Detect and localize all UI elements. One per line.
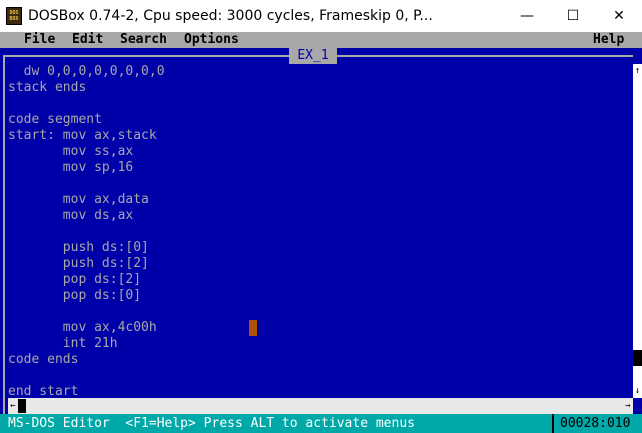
- app-icon-text-bottom: BOX: [9, 16, 19, 22]
- status-message: MS-DOS Editor <F1=Help> Press ALT to act…: [8, 416, 415, 431]
- code-line: mov ds,ax: [8, 208, 134, 223]
- cursor-position: 00028:010: [560, 416, 631, 431]
- dosbox-app-icon: DOS BOX: [6, 7, 22, 25]
- code-line: start: mov ax,stack: [8, 128, 157, 143]
- horizontal-scroll-thumb[interactable]: [18, 399, 26, 413]
- close-button[interactable]: ✕: [596, 0, 642, 32]
- file-title: EX_1: [289, 48, 337, 64]
- window-controls: — ☐ ✕: [504, 0, 642, 32]
- code-line: mov sp,16: [8, 160, 134, 175]
- horizontal-scrollbar[interactable]: ← →: [8, 398, 633, 414]
- window-title-bar[interactable]: DOS BOX DOSBox 0.74-2, Cpu speed: 3000 c…: [0, 0, 642, 32]
- menu-bar: File Edit Search Options Help: [0, 32, 642, 48]
- menu-options[interactable]: Options: [184, 32, 239, 48]
- scroll-up-arrow-icon[interactable]: ↑: [633, 64, 642, 78]
- vertical-scroll-thumb[interactable]: [633, 350, 642, 366]
- code-line: pop ds:[2]: [8, 272, 142, 287]
- menu-edit[interactable]: Edit: [72, 32, 103, 48]
- code-line: int 21h: [8, 336, 118, 351]
- scroll-right-arrow-icon[interactable]: →: [623, 398, 633, 414]
- code-line: mov ax,4c00h: [8, 320, 157, 335]
- menu-help[interactable]: Help: [593, 32, 624, 48]
- scroll-down-arrow-icon[interactable]: ↓: [633, 384, 642, 398]
- code-line: code ends: [8, 352, 79, 367]
- code-editor-text[interactable]: dw 0,0,0,0,0,0,0,0 stack ends code segment…: [8, 64, 628, 400]
- status-divider: [552, 414, 554, 433]
- code-line: pop ds:[0]: [8, 288, 142, 303]
- status-bar: MS-DOS Editor <F1=Help> Press ALT to act…: [0, 414, 642, 433]
- code-line: code segment: [8, 112, 102, 127]
- menu-search[interactable]: Search: [120, 32, 167, 48]
- code-line: mov ss,ax: [8, 144, 134, 159]
- code-line: mov ax,data: [8, 192, 149, 207]
- code-line: push ds:[2]: [8, 256, 149, 271]
- scroll-left-arrow-icon[interactable]: ←: [8, 398, 18, 414]
- text-cursor: [249, 320, 257, 336]
- menu-file[interactable]: File: [24, 32, 55, 48]
- vertical-scrollbar[interactable]: ↑ ↓: [633, 64, 642, 398]
- window-title: DOSBox 0.74-2, Cpu speed: 3000 cycles, F…: [28, 8, 433, 24]
- maximize-button[interactable]: ☐: [550, 0, 596, 32]
- dos-screen[interactable]: File Edit Search Options Help EX_1 dw 0,…: [0, 32, 642, 433]
- code-line: stack ends: [8, 80, 87, 95]
- minimize-button[interactable]: —: [504, 0, 550, 32]
- code-line: dw 0,0,0,0,0,0,0,0: [8, 64, 165, 79]
- code-line: push ds:[0]: [8, 240, 149, 255]
